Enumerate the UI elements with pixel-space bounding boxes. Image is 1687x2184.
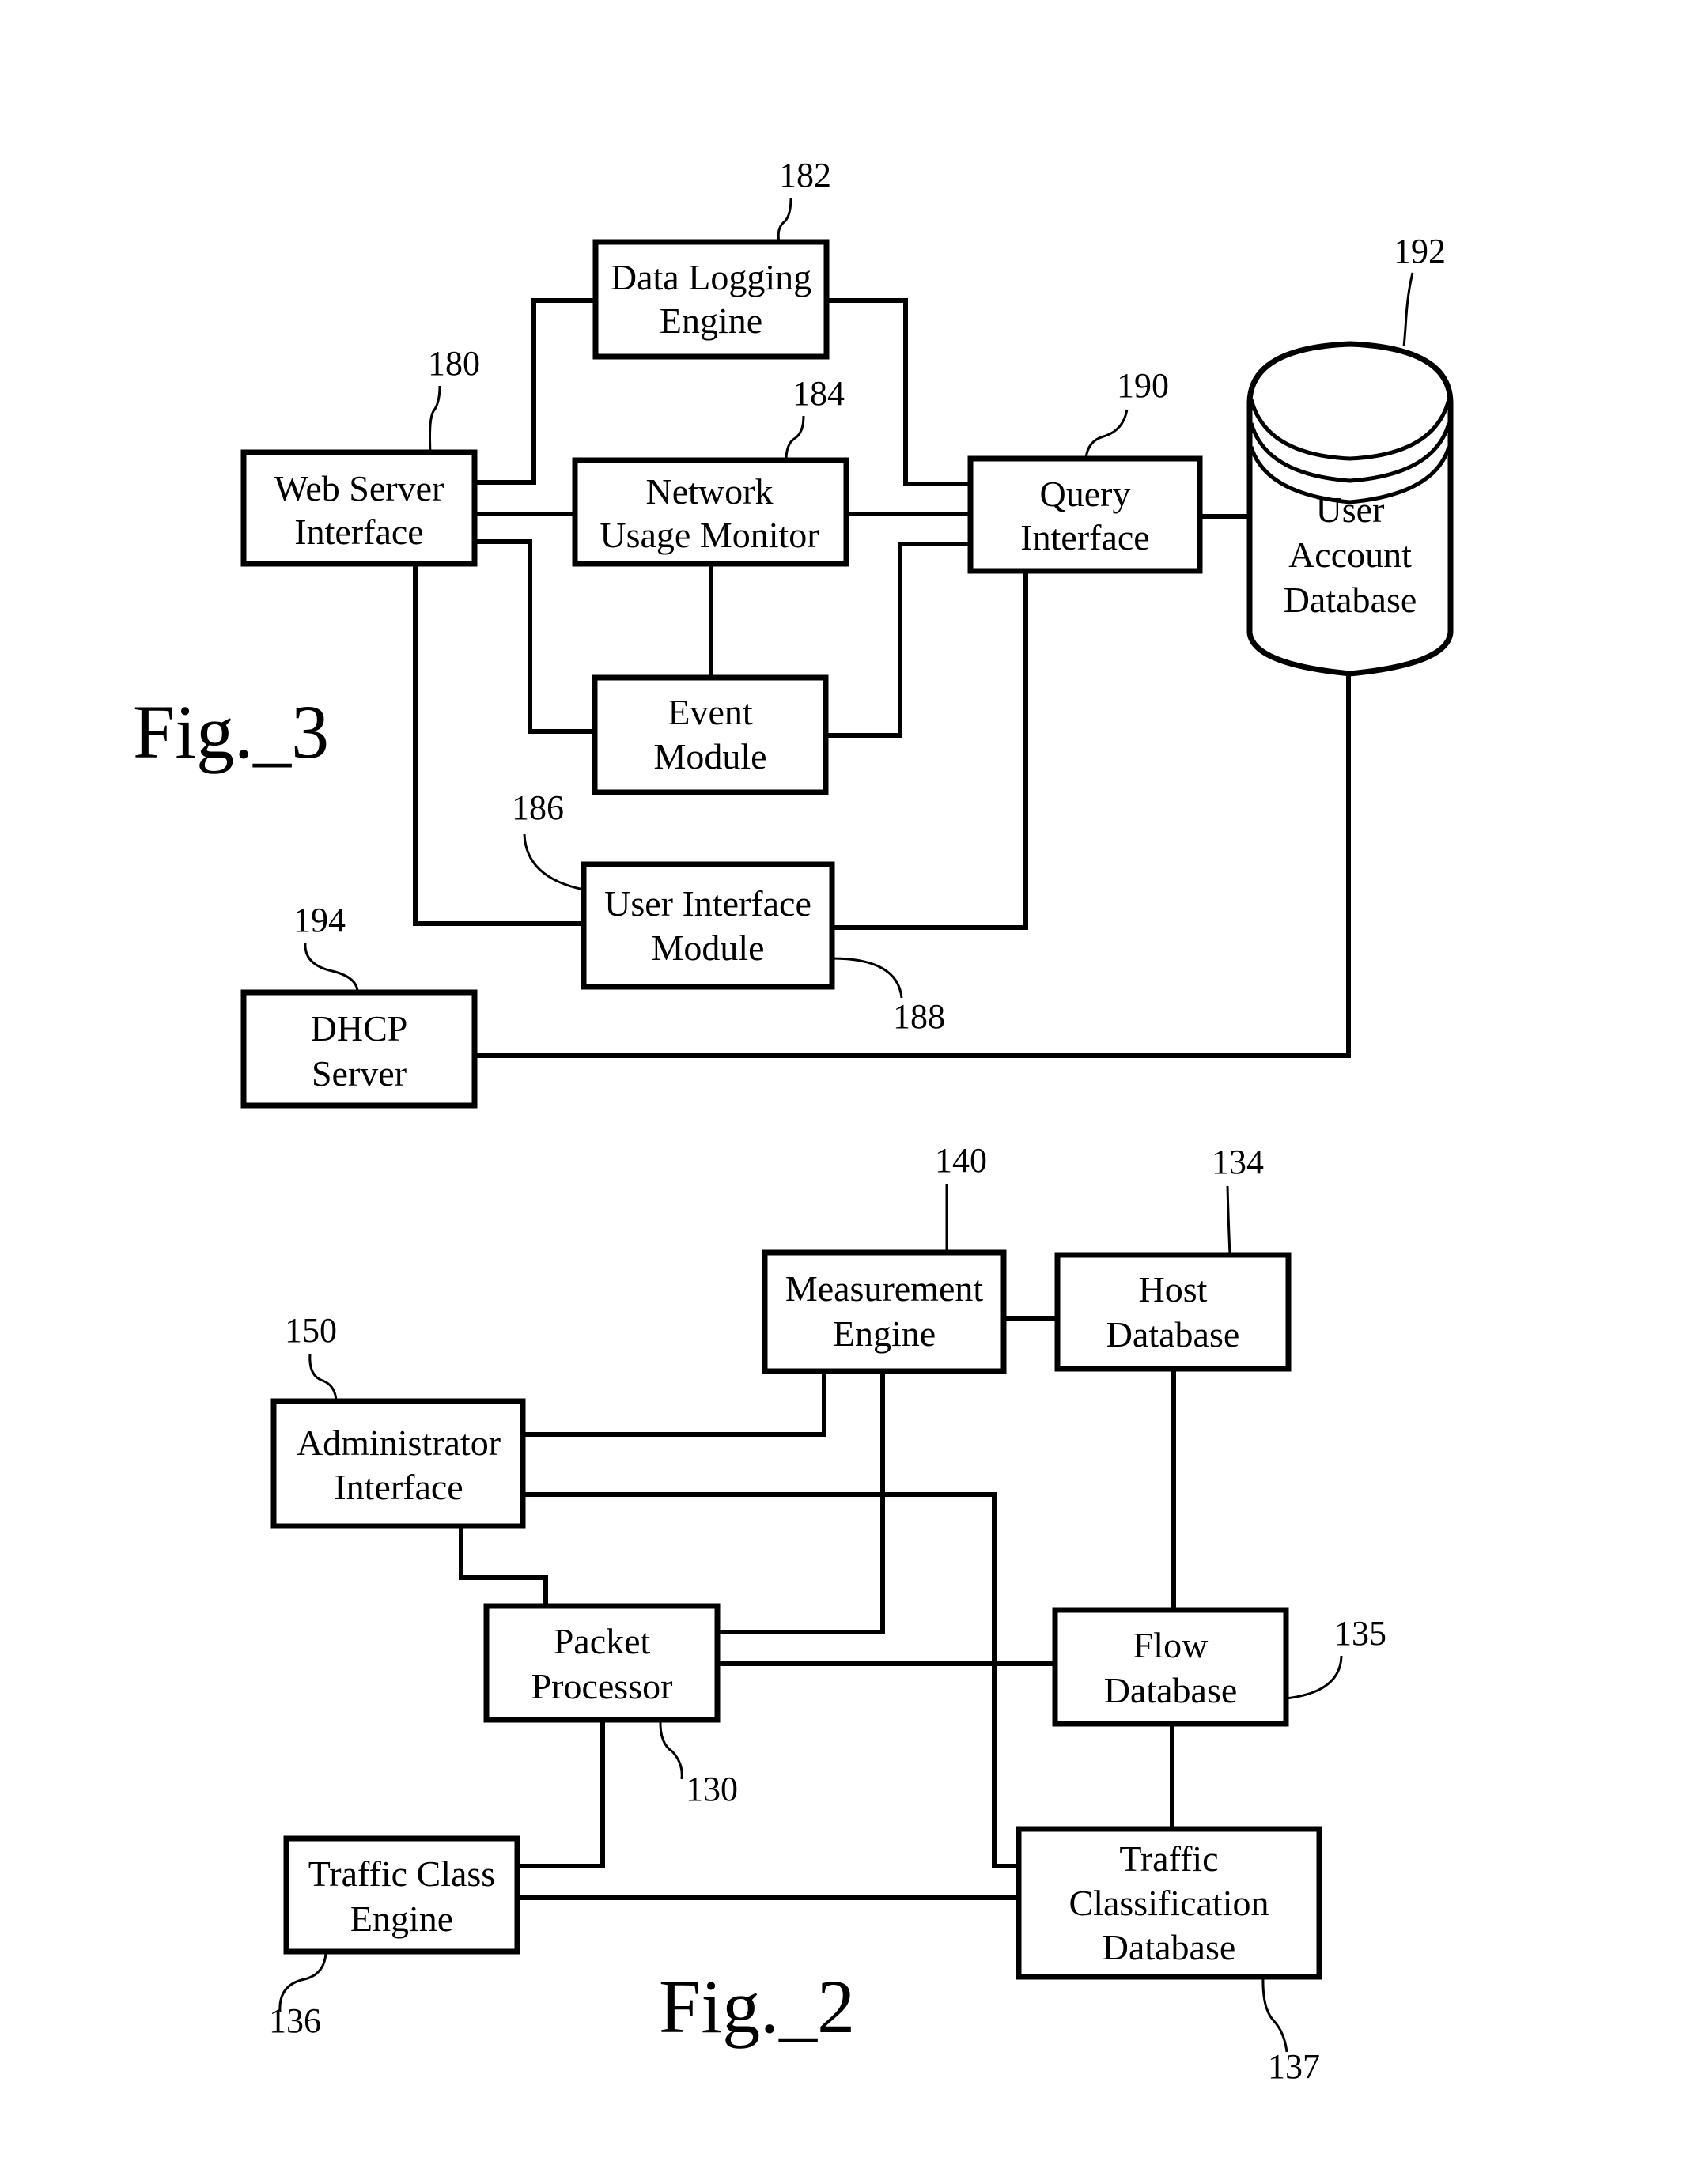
wire-query-to-user-interface xyxy=(832,571,1028,930)
block-user-interface-module: User Interface Module xyxy=(581,861,835,990)
leader-line xyxy=(429,385,441,453)
block-label-line: Measurement xyxy=(785,1268,984,1309)
block-network-usage-monitor: Network Usage Monitor xyxy=(572,457,849,567)
leader-line xyxy=(1084,409,1129,459)
leader-line xyxy=(304,942,359,993)
wire-measurement-to-packet-processor xyxy=(717,1371,885,1634)
wire-web-server-to-event-module xyxy=(475,539,595,734)
leader-line xyxy=(1226,1185,1231,1256)
ref-numeral: 184 xyxy=(792,374,845,413)
block-label-line: Database xyxy=(1106,1314,1240,1355)
block-label-line: User xyxy=(1316,489,1385,530)
wire-admin-to-packet-processor xyxy=(459,1526,548,1606)
ref-numeral: 136 xyxy=(269,2001,321,2040)
block-label-line: Interface xyxy=(294,512,423,552)
wire-event-module-to-query xyxy=(826,542,970,738)
leader-line xyxy=(523,833,584,891)
figure-caption: Fig._2 xyxy=(659,1964,855,2049)
ref-numeral: 192 xyxy=(1394,232,1446,270)
block-label-line: Event xyxy=(668,692,753,732)
wire-web-server-to-data-logging xyxy=(475,298,596,485)
block-packet-processor: Packet Processor xyxy=(483,1603,721,1723)
block-label-line: Server xyxy=(312,1053,407,1094)
block-label-line: DHCP xyxy=(311,1008,408,1049)
block-label-line: Engine xyxy=(350,1899,453,1939)
ref-numeral: 140 xyxy=(935,1141,987,1180)
block-web-server-interface: Web Server Interface xyxy=(240,449,478,567)
leader-line xyxy=(659,1719,683,1780)
ref-numeral: 137 xyxy=(1268,2047,1320,2086)
ref-numeral: 135 xyxy=(1334,1614,1386,1653)
ref-numeral: 180 xyxy=(428,344,480,383)
block-label-line: Network xyxy=(646,471,774,512)
block-label-line: Module xyxy=(653,736,766,776)
figure-caption: Fig._3 xyxy=(133,690,329,774)
leader-line xyxy=(308,1353,338,1402)
block-label-line: Database xyxy=(1104,1670,1238,1710)
ref-numeral: 188 xyxy=(893,997,945,1036)
leader-line xyxy=(785,415,805,461)
block-label-line: Traffic xyxy=(1119,1838,1218,1879)
leader-line xyxy=(831,957,903,999)
block-event-module: Event Module xyxy=(592,674,829,795)
figure-3: Web Server Interface Data Logging Engine… xyxy=(133,156,1454,1109)
block-label-line: Database xyxy=(1103,1927,1236,1967)
ref-numeral: 134 xyxy=(1212,1143,1264,1181)
block-label-line: Account xyxy=(1288,535,1412,575)
ref-numeral: 194 xyxy=(293,901,346,939)
block-label-line: Packet xyxy=(554,1621,651,1661)
ref-numeral: 186 xyxy=(512,788,564,827)
block-host-database: Host Database xyxy=(1054,1252,1292,1372)
block-traffic-classification-database: Traffic Classification Database xyxy=(1016,1826,1322,1980)
leader-line xyxy=(777,197,792,243)
block-label-line: Module xyxy=(651,928,764,968)
block-label-line: Web Server xyxy=(274,468,444,508)
block-label-line: Data Logging xyxy=(611,257,811,297)
ref-numeral: 150 xyxy=(285,1311,337,1350)
patent-drawing-sheet: Web Server Interface Data Logging Engine… xyxy=(133,156,1454,2086)
block-data-logging-engine: Data Logging Engine xyxy=(592,239,830,360)
block-label-line: Database xyxy=(1284,580,1417,620)
block-label-line: Traffic Class xyxy=(308,1853,495,1894)
block-label-line: User Interface xyxy=(604,883,811,924)
leader-line xyxy=(1261,1976,1288,2053)
block-label-line: Query xyxy=(1040,474,1131,514)
wire-admin-to-measurement xyxy=(523,1371,826,1437)
wire-web-server-to-user-interface xyxy=(413,564,584,926)
block-label-line: Interface xyxy=(334,1467,463,1507)
block-dhcp-server: DHCP Server xyxy=(240,989,478,1109)
block-user-account-database: User Account Database xyxy=(1246,341,1454,677)
block-traffic-class-engine: Traffic Class Engine xyxy=(283,1835,520,1955)
block-administrator-interface: Administrator Interface xyxy=(270,1398,526,1529)
leader-line xyxy=(1402,272,1414,347)
block-label-line: Engine xyxy=(660,300,762,341)
ref-numeral: 130 xyxy=(686,1770,738,1808)
ref-numeral: 182 xyxy=(779,156,831,195)
block-label-line: Interface xyxy=(1020,517,1149,557)
leader-line xyxy=(1285,1655,1343,1700)
block-label-line: Classification xyxy=(1069,1883,1269,1923)
figure-2: Measurement Engine Host Database Adminis… xyxy=(269,1141,1386,2086)
wire-data-logging-to-query xyxy=(826,298,970,486)
block-label-line: Administrator xyxy=(297,1423,501,1463)
block-label-line: Flow xyxy=(1133,1625,1209,1665)
block-label-line: Engine xyxy=(833,1313,936,1354)
ref-numeral: 190 xyxy=(1117,366,1169,405)
block-measurement-engine: Measurement Engine xyxy=(762,1249,1007,1374)
block-query-interface: Query Interface xyxy=(967,455,1203,574)
wire-packet-processor-to-traffic-class-engine xyxy=(517,1720,605,1868)
block-label-line: Host xyxy=(1139,1269,1208,1309)
block-label-line: Processor xyxy=(531,1666,673,1706)
block-label-line: Usage Monitor xyxy=(600,515,819,555)
block-flow-database: Flow Database xyxy=(1052,1607,1289,1727)
